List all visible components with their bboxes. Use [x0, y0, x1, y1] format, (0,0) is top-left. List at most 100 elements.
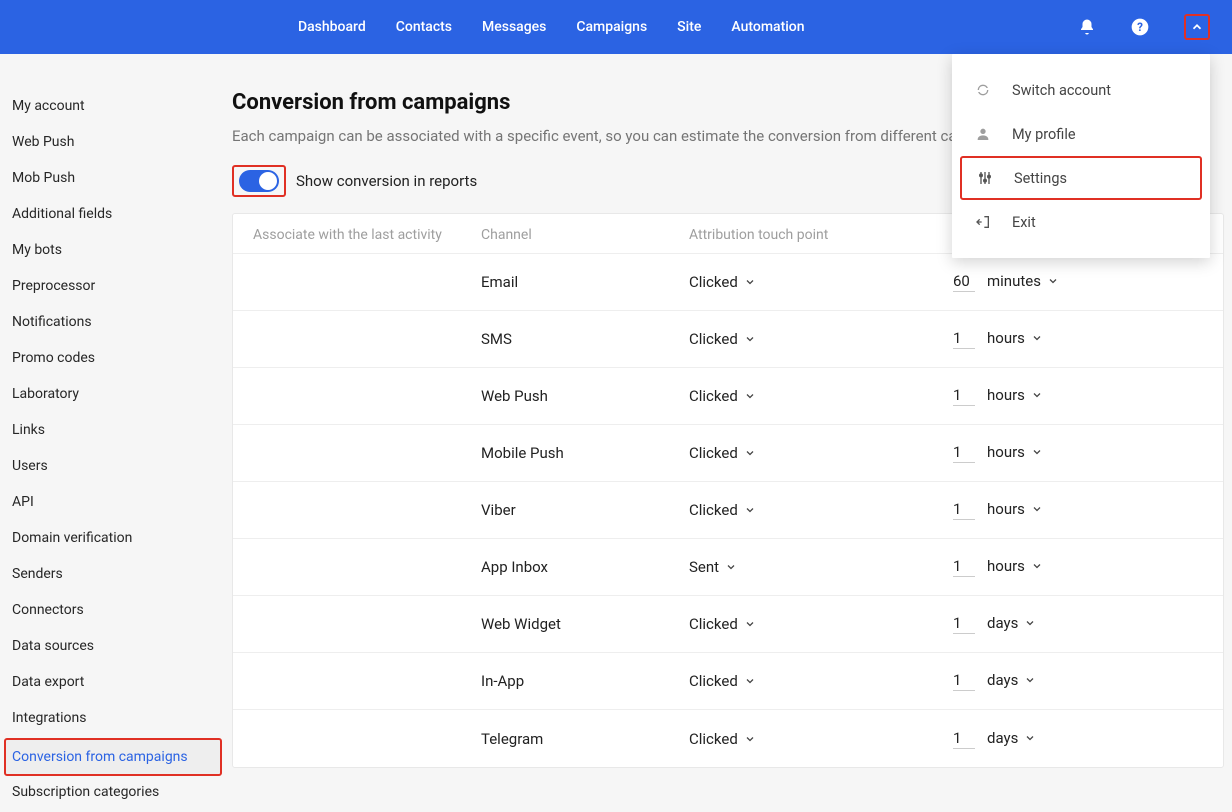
chevron-down-icon — [744, 733, 756, 745]
top-nav: Dashboard Contacts Messages Campaigns Si… — [298, 19, 805, 35]
row-channel: App Inbox — [481, 558, 689, 576]
table-row: TelegramClicked 1 days — [233, 710, 1223, 767]
exit-icon — [974, 213, 992, 231]
sidebar-item-mob-push[interactable]: Mob Push — [8, 162, 218, 194]
sidebar-item-data-export[interactable]: Data export — [8, 666, 218, 698]
window-unit-select[interactable]: days — [987, 614, 1036, 632]
bell-icon[interactable] — [1078, 18, 1096, 36]
window-number-input[interactable]: 60 — [953, 272, 975, 292]
chevron-down-icon — [744, 447, 756, 459]
dropdown-label: My profile — [1012, 126, 1076, 143]
header-icon-group: ? — [1078, 14, 1210, 40]
chevron-down-icon — [744, 333, 756, 345]
touch-select[interactable]: Clicked — [689, 330, 756, 348]
account-menu-toggle[interactable] — [1184, 14, 1210, 40]
touch-select[interactable]: Clicked — [689, 615, 756, 633]
dropdown-label: Settings — [1014, 170, 1067, 187]
nav-site[interactable]: Site — [677, 19, 701, 35]
touch-select[interactable]: Clicked — [689, 387, 756, 405]
header-associate: Associate with the last activity — [253, 227, 481, 243]
sidebar-item-api[interactable]: API — [8, 486, 218, 518]
svg-text:?: ? — [1137, 20, 1143, 34]
chevron-down-icon — [1024, 674, 1036, 686]
row-channel: In-App — [481, 672, 689, 690]
touch-select[interactable]: Clicked — [689, 730, 756, 748]
touch-select[interactable]: Clicked — [689, 273, 756, 291]
touch-select[interactable]: Clicked — [689, 501, 756, 519]
sidebar-item-integrations[interactable]: Integrations — [8, 702, 218, 734]
window-unit-select[interactable]: hours — [987, 386, 1043, 404]
window-number-input[interactable]: 1 — [953, 386, 975, 406]
sidebar-item-notifications[interactable]: Notifications — [8, 306, 218, 338]
touch-select[interactable]: Clicked — [689, 672, 756, 690]
chevron-down-icon — [1024, 617, 1036, 629]
sidebar-item-promo-codes[interactable]: Promo codes — [8, 342, 218, 374]
nav-dashboard[interactable]: Dashboard — [298, 19, 366, 35]
window-unit-select[interactable]: hours — [987, 500, 1043, 518]
window-unit-select[interactable]: days — [987, 729, 1036, 747]
window-number-input[interactable]: 1 — [953, 614, 975, 634]
row-channel: SMS — [481, 330, 689, 348]
chevron-down-icon — [744, 504, 756, 516]
table-row: App InboxSent 1 hours — [233, 539, 1223, 596]
sidebar-item-laboratory[interactable]: Laboratory — [8, 378, 218, 410]
nav-campaigns[interactable]: Campaigns — [576, 19, 647, 35]
dropdown-label: Switch account — [1012, 82, 1111, 99]
sidebar-item-preprocessor[interactable]: Preprocessor — [8, 270, 218, 302]
sidebar-item-users[interactable]: Users — [8, 450, 218, 482]
sidebar-item-senders[interactable]: Senders — [8, 558, 218, 590]
chevron-down-icon — [725, 561, 737, 573]
sidebar-item-subscription-categories[interactable]: Subscription categories — [8, 776, 218, 808]
window-unit-select[interactable]: minutes — [987, 272, 1059, 290]
window-unit-select[interactable]: hours — [987, 329, 1043, 347]
window-unit-select[interactable]: hours — [987, 557, 1043, 575]
dropdown-settings[interactable]: Settings — [960, 156, 1202, 200]
sidebar-item-links[interactable]: Links — [8, 414, 218, 446]
sidebar-item-domain-verification[interactable]: Domain verification — [8, 522, 218, 554]
sidebar-item-my-bots[interactable]: My bots — [8, 234, 218, 266]
table-row: ViberClicked 1hours — [233, 482, 1223, 539]
dropdown-exit[interactable]: Exit — [952, 200, 1210, 244]
dropdown-switch-account[interactable]: Switch account — [952, 68, 1210, 112]
show-conversion-highlight — [232, 165, 286, 197]
sidebar-item-my-account[interactable]: My account — [8, 90, 218, 122]
row-channel: Web Push — [481, 387, 689, 405]
chevron-down-icon — [1031, 446, 1043, 458]
window-number-input[interactable]: 1 — [953, 500, 975, 520]
window-number-input[interactable]: 1 — [953, 729, 975, 749]
show-conversion-toggle[interactable] — [239, 170, 279, 192]
window-unit-select[interactable]: hours — [987, 443, 1043, 461]
sidebar-item-web-push[interactable]: Web Push — [8, 126, 218, 158]
chevron-down-icon — [1024, 732, 1036, 744]
chevron-down-icon — [1047, 275, 1059, 287]
window-number-input[interactable]: 1 — [953, 329, 975, 349]
touch-select[interactable]: Clicked — [689, 444, 756, 462]
dropdown-my-profile[interactable]: My profile — [952, 112, 1210, 156]
row-channel: Mobile Push — [481, 444, 689, 462]
row-channel: Telegram — [481, 730, 689, 748]
sliders-icon — [976, 169, 994, 187]
table-row: Mobile PushClicked 1 hours — [233, 425, 1223, 482]
table-row: Web WidgetClicked 1 days — [233, 596, 1223, 653]
window-number-input[interactable]: 1 — [953, 671, 975, 691]
table-row: Web PushClicked 1 hours — [233, 368, 1223, 425]
row-channel: Web Widget — [481, 615, 689, 633]
sidebar-item-data-sources[interactable]: Data sources — [8, 630, 218, 662]
sidebar-item-conversion[interactable]: Conversion from campaigns — [6, 740, 220, 774]
header-channel: Channel — [481, 227, 689, 243]
account-dropdown: Switch account My profile Settings Exit — [952, 54, 1210, 258]
chevron-down-icon — [1031, 503, 1043, 515]
help-icon[interactable]: ? — [1130, 17, 1150, 37]
refresh-icon — [974, 81, 992, 99]
user-icon — [974, 125, 992, 143]
window-number-input[interactable]: 1 — [953, 443, 975, 463]
nav-contacts[interactable]: Contacts — [396, 19, 452, 35]
touch-select[interactable]: Sent — [689, 558, 737, 576]
nav-messages[interactable]: Messages — [482, 19, 546, 35]
window-number-input[interactable]: 1 — [953, 557, 975, 577]
window-unit-select[interactable]: days — [987, 671, 1036, 689]
sidebar-item-connectors[interactable]: Connectors — [8, 594, 218, 626]
chevron-down-icon — [744, 675, 756, 687]
sidebar-item-additional-fields[interactable]: Additional fields — [8, 198, 218, 230]
nav-automation[interactable]: Automation — [731, 19, 804, 35]
